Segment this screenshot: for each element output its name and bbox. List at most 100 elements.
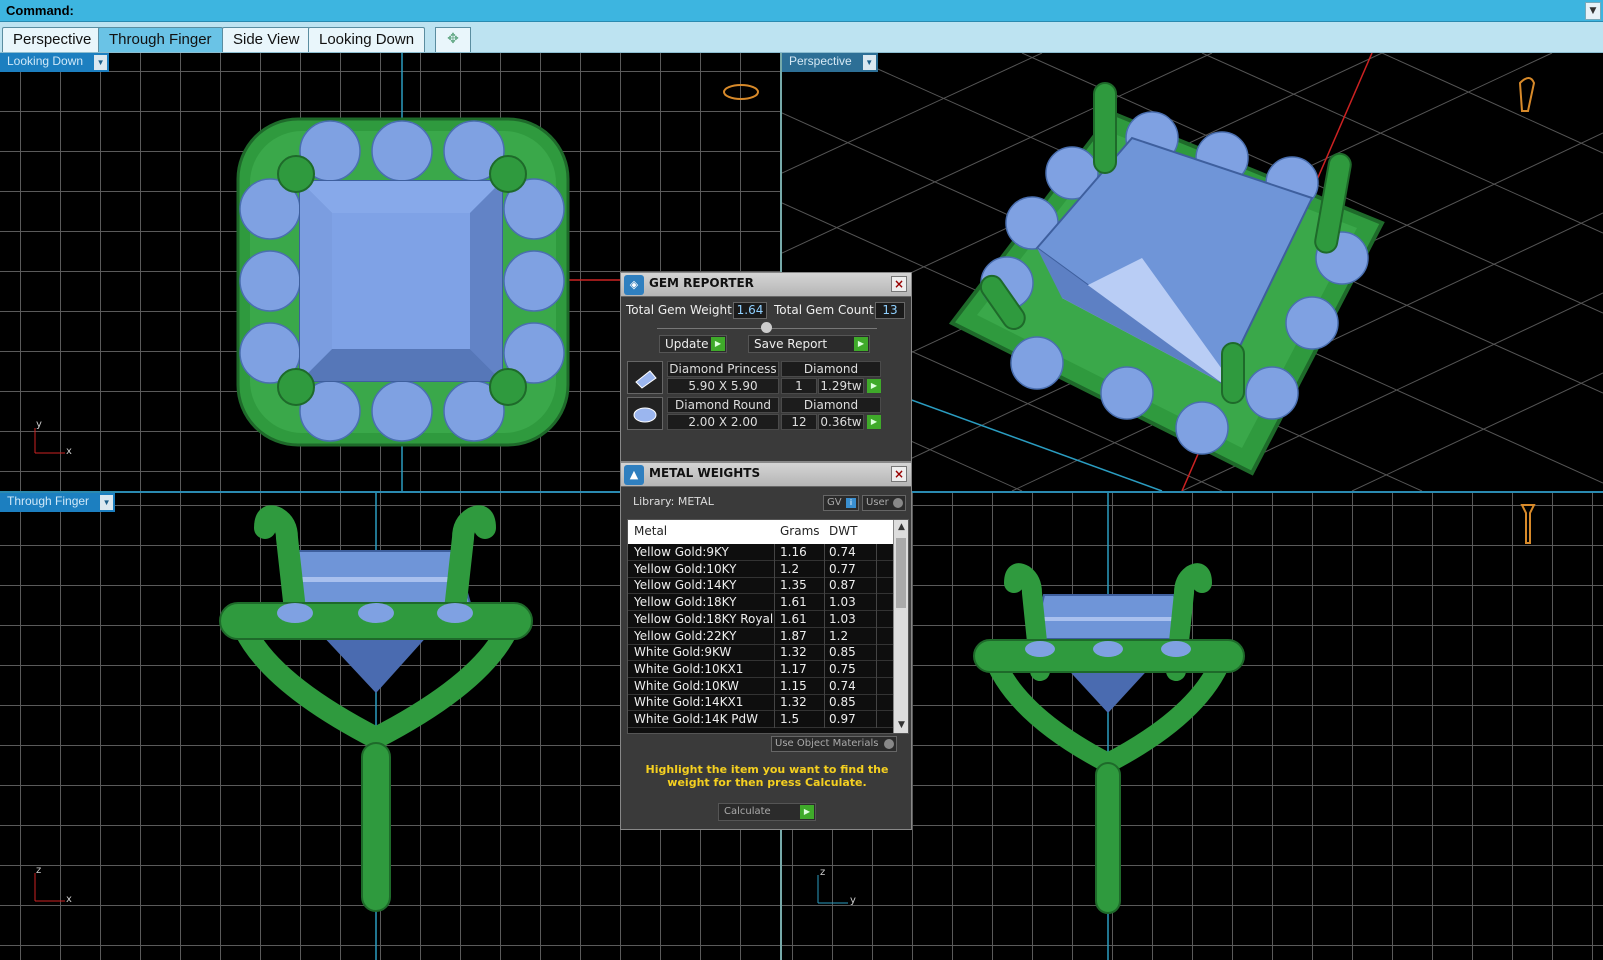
column-separator — [824, 627, 825, 645]
metal-name-cell: Yellow Gold:9KY — [634, 545, 729, 559]
dwt-cell: 0.85 — [829, 695, 856, 710]
axis-label-y: y — [36, 419, 42, 430]
dwt-cell: 1.03 — [829, 611, 856, 626]
column-separator — [774, 577, 775, 595]
column-separator — [774, 627, 775, 645]
viewport-label-text: Perspective — [789, 54, 852, 68]
gem-reporter-titlebar[interactable]: ◈ GEM REPORTER × — [621, 273, 911, 297]
calculate-button[interactable]: Calculate ▶ — [718, 803, 816, 821]
table-row[interactable]: Yellow Gold:18KY Royal 1.61 1.03 — [628, 610, 894, 628]
gem-row-round[interactable]: Diamond Round Diamond 2.00 X 2.00 12 0.3… — [627, 397, 901, 431]
play-icon: ▶ — [854, 337, 868, 351]
column-separator — [824, 711, 825, 728]
radio-icon — [893, 498, 903, 508]
table-row[interactable]: White Gold:10KX1 1.17 0.75 — [628, 660, 894, 678]
table-row[interactable]: Yellow Gold:9KY 1.16 0.74 — [628, 544, 894, 561]
tab-side-view[interactable]: Side View — [222, 27, 311, 52]
metal-weights-table[interactable]: Metal Grams DWT Yellow Gold:9KY 1.16 0.74 Y… — [627, 519, 909, 734]
chevron-down-icon[interactable]: ▼ — [100, 495, 114, 510]
gem-material: Diamond — [781, 397, 881, 413]
use-object-materials-toggle[interactable]: Use Object Materials — [771, 736, 897, 752]
gv-toggle[interactable]: GV i — [823, 495, 859, 511]
viewport-label-looking-down[interactable]: Looking Down ▼ — [0, 53, 110, 72]
dwt-cell: 0.85 — [829, 645, 856, 660]
user-toggle-label: User — [866, 497, 889, 508]
gem-name: Diamond Princess — [667, 361, 779, 377]
column-separator — [876, 627, 877, 645]
close-icon[interactable]: × — [891, 276, 907, 292]
viewport-label-text: Looking Down — [7, 54, 84, 68]
column-separator — [774, 644, 775, 662]
chevron-down-icon[interactable]: ▼ — [94, 55, 108, 70]
info-icon: i — [846, 498, 856, 508]
table-row[interactable]: White Gold:9KW 1.32 0.85 — [628, 644, 894, 662]
column-header-metal[interactable]: Metal — [634, 524, 667, 538]
metal-name-cell: White Gold:9KW — [634, 645, 732, 660]
dwt-cell: 0.75 — [829, 661, 856, 676]
scrollbar-thumb[interactable] — [896, 538, 906, 608]
add-tab-button[interactable]: ✥ — [435, 27, 471, 52]
save-report-button[interactable]: Save Report ▶ — [748, 335, 870, 353]
column-separator — [824, 660, 825, 678]
total-gem-weight-label: Total Gem Weight — [626, 303, 732, 317]
gem-name: Diamond Round — [667, 397, 779, 413]
chevron-down-icon[interactable]: ▼ — [862, 55, 876, 70]
axis-label-y: y — [850, 895, 856, 906]
column-separator — [824, 544, 825, 561]
column-separator — [774, 711, 775, 728]
tab-perspective[interactable]: Perspective — [2, 27, 103, 52]
column-separator — [824, 694, 825, 712]
dwt-cell: 0.74 — [829, 545, 856, 559]
column-separator — [876, 594, 877, 612]
column-separator — [876, 544, 877, 561]
user-toggle[interactable]: User — [862, 495, 906, 511]
column-separator — [824, 610, 825, 628]
table-row[interactable]: White Gold:10KW 1.15 0.74 — [628, 677, 894, 695]
column-separator — [876, 577, 877, 595]
tab-through-finger[interactable]: Through Finger — [98, 27, 223, 52]
table-row[interactable]: White Gold:14KX1 1.32 0.85 — [628, 694, 894, 712]
table-row[interactable]: White Gold:14K PdW 1.5 0.97 — [628, 711, 894, 728]
update-button[interactable]: Update ▶ — [659, 335, 727, 353]
play-icon[interactable]: ▶ — [867, 379, 881, 393]
gem-row-princess[interactable]: Diamond Princess Diamond 5.90 X 5.90 1 1… — [627, 361, 901, 395]
radio-icon — [884, 739, 894, 749]
gem-count: 1 — [781, 378, 817, 394]
dwt-cell: 1.2 — [829, 628, 849, 643]
metal-name-cell: White Gold:10KW — [634, 678, 739, 693]
scroll-up-icon[interactable]: ▲ — [894, 520, 908, 535]
dwt-cell: 0.97 — [829, 712, 856, 726]
grams-cell: 1.32 — [780, 695, 807, 710]
gem-weight: 0.36tw — [818, 414, 864, 430]
table-scrollbar[interactable]: ▲ ▼ — [893, 520, 908, 733]
table-header: Metal Grams DWT — [628, 520, 894, 544]
viewport-label-perspective[interactable]: Perspective ▼ — [782, 53, 878, 72]
table-row[interactable]: Yellow Gold:22KY 1.87 1.2 — [628, 627, 894, 645]
gem-size: 5.90 X 5.90 — [667, 378, 779, 394]
table-row[interactable]: Yellow Gold:10KY 1.2 0.77 — [628, 560, 894, 578]
close-icon[interactable]: × — [891, 466, 907, 482]
metal-name-cell: Yellow Gold:14KY — [634, 578, 737, 593]
column-separator — [774, 560, 775, 578]
scroll-down-icon[interactable]: ▼ — [894, 718, 908, 733]
column-separator — [824, 577, 825, 595]
total-gem-count-value: 13 — [875, 302, 905, 319]
total-gem-count-label: Total Gem Count — [774, 303, 874, 317]
app-window: Command: ▼ Perspective Through Finger Si… — [0, 0, 1603, 960]
viewport-label-through-finger[interactable]: Through Finger ▼ — [0, 493, 116, 512]
grams-cell: 1.5 — [780, 712, 800, 726]
table-row[interactable]: Yellow Gold:18KY 1.61 1.03 — [628, 594, 894, 612]
column-separator — [774, 677, 775, 695]
command-dropdown-icon[interactable]: ▼ — [1585, 2, 1601, 20]
column-header-grams[interactable]: Grams — [780, 524, 820, 538]
column-header-dwt[interactable]: DWT — [829, 524, 857, 538]
library-label: Library: METAL — [633, 495, 714, 508]
play-icon[interactable]: ▶ — [867, 415, 881, 429]
metal-weights-titlebar[interactable]: ▲ METAL WEIGHTS × — [621, 463, 911, 487]
tab-looking-down[interactable]: Looking Down — [308, 27, 426, 52]
table-row[interactable]: Yellow Gold:14KY 1.35 0.87 — [628, 577, 894, 595]
collapse-icon[interactable] — [761, 322, 772, 333]
grams-cell: 1.32 — [780, 645, 807, 660]
dwt-cell: 1.03 — [829, 595, 856, 610]
command-input[interactable] — [80, 2, 1582, 20]
